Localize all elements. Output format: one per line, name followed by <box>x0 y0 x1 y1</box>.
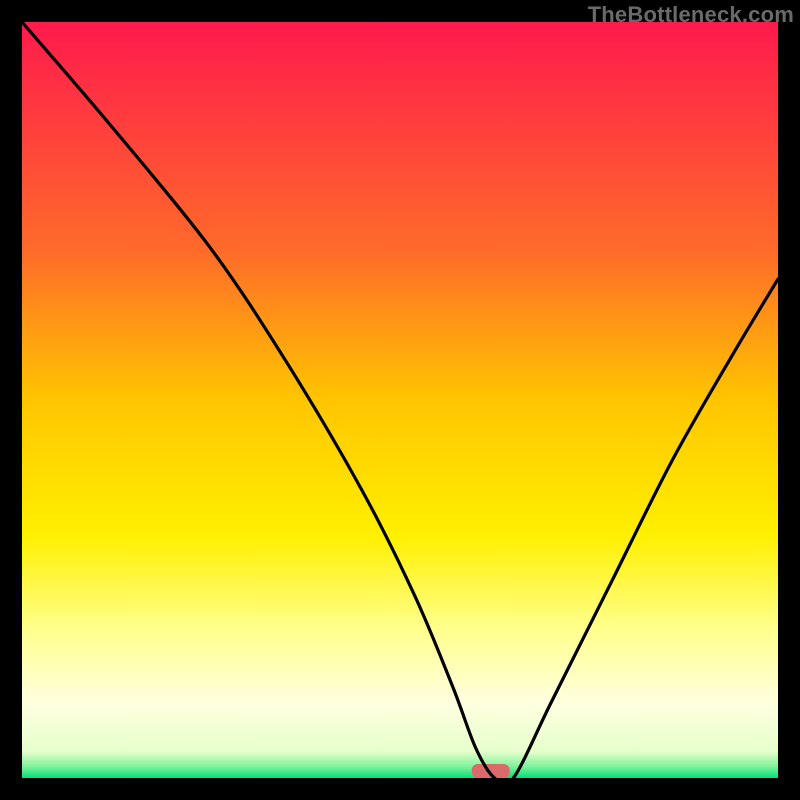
chart-svg <box>22 22 778 778</box>
gradient-background <box>22 22 778 778</box>
chart-frame: TheBottleneck.com <box>0 0 800 800</box>
plot-area <box>22 22 778 778</box>
attribution-label: TheBottleneck.com <box>588 2 794 28</box>
